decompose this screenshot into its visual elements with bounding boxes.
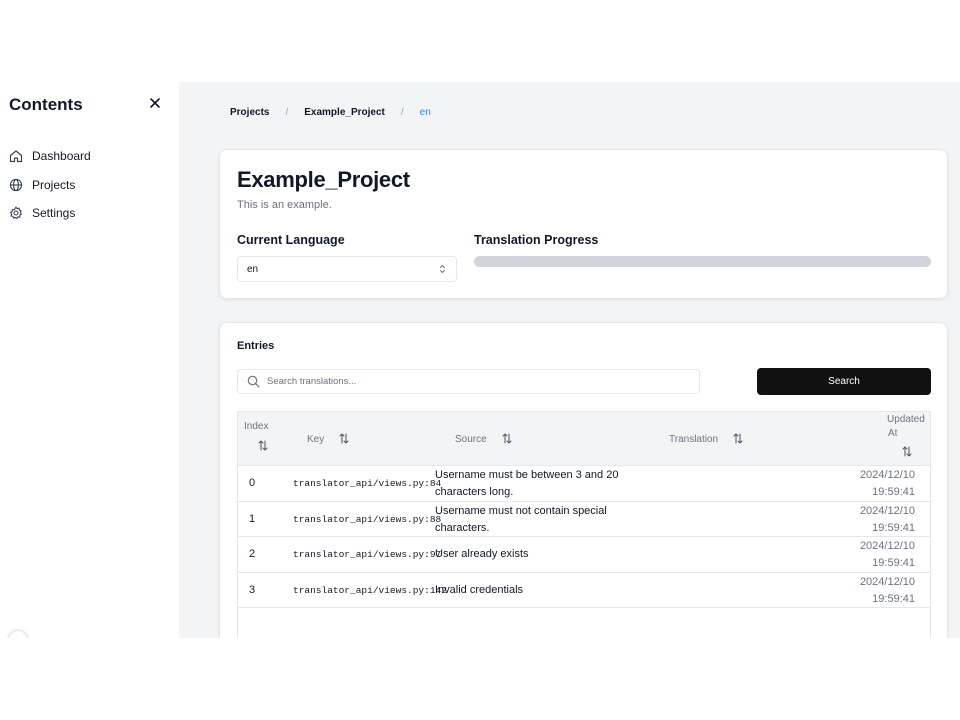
sidebar-title: Contents [9, 95, 83, 114]
cell-source: Username must be between 3 and 20 charac… [435, 469, 619, 498]
table-header: Index Key Source Translation Updated At [238, 412, 930, 466]
cell-key: translator_api/views.py:84 [293, 478, 442, 489]
language-select-value: en [247, 263, 259, 275]
sidebar-item-dashboard[interactable]: Dashboard [9, 142, 91, 171]
table-row[interactable]: 2 translator_api/views.py:97 User alread… [238, 537, 930, 573]
cell-index: 2 [249, 548, 256, 560]
breadcrumb-current: en [419, 107, 431, 118]
main-content: Projects / Example_Project / en Example_… [179, 82, 960, 638]
project-card: Example_Project This is an example. Curr… [219, 149, 948, 299]
cell-source: Invalid credentials [435, 583, 524, 596]
sort-icon[interactable] [733, 433, 743, 444]
sidebar-nav: Dashboard Projects Settings [9, 142, 91, 228]
language-select[interactable]: en [237, 256, 457, 282]
cell-updated-date: 2024/12/10 [859, 469, 915, 481]
gear-icon [9, 206, 23, 220]
cell-updated-date: 2024/12/10 [859, 540, 915, 552]
cell-index: 0 [249, 477, 256, 489]
sidebar-item-label: Dashboard [32, 149, 91, 164]
app-window: Contents Dashboard Projects Settings Pro… [0, 82, 960, 638]
sort-icon[interactable] [502, 433, 512, 444]
breadcrumb: Projects / Example_Project / en [230, 107, 431, 118]
breadcrumb-separator: / [400, 107, 404, 118]
sort-icon[interactable] [339, 433, 349, 444]
breadcrumb-projects[interactable]: Projects [230, 107, 269, 118]
search-icon [247, 375, 260, 388]
project-title: Example_Project [237, 167, 410, 192]
search-button[interactable]: Search [757, 368, 931, 395]
sort-icon[interactable] [902, 446, 912, 457]
sidebar: Contents Dashboard Projects Settings [0, 82, 179, 638]
search-box [237, 369, 700, 394]
globe-icon [9, 178, 23, 191]
cell-updated-date: 2024/12/10 [859, 575, 915, 588]
current-language-label: Current Language [237, 233, 345, 247]
project-description: This is an example. [237, 199, 332, 211]
cell-source: Username must not contain special charac… [435, 504, 607, 534]
table-row[interactable]: 3 translator_api/views.py:142 Invalid cr… [238, 573, 930, 608]
cell-source: User already exists [435, 548, 529, 560]
sidebar-item-settings[interactable]: Settings [9, 199, 91, 228]
table-row[interactable]: 1 translator_api/views.py:88 Username mu… [238, 502, 930, 537]
sort-icon[interactable] [258, 440, 268, 451]
cell-index: 1 [249, 512, 256, 525]
cell-key: translator_api/views.py:97 [293, 549, 442, 560]
theme-toggle-button[interactable] [8, 630, 28, 638]
entries-card: Entries Search Index Key Source Transl [219, 322, 948, 638]
cell-updated-date: 2024/12/10 [859, 504, 915, 517]
cell-updated-time: 19:59:41 [872, 592, 915, 605]
sidebar-item-label: Settings [32, 206, 76, 221]
close-icon[interactable] [148, 96, 162, 110]
cell-key: translator_api/views.py:88 [293, 513, 442, 525]
column-header-updated-at: At [888, 428, 898, 439]
column-header-translation: Translation [669, 434, 719, 445]
breadcrumb-separator: / [285, 107, 289, 118]
sidebar-item-label: Projects [32, 177, 76, 192]
entries-title: Entries [237, 340, 275, 352]
column-header-key: Key [307, 434, 325, 445]
sidebar-item-projects[interactable]: Projects [9, 171, 91, 200]
search-input[interactable] [267, 376, 687, 387]
home-icon [9, 150, 23, 163]
breadcrumb-example-project[interactable]: Example_Project [304, 107, 385, 118]
column-header-index: Index [244, 421, 269, 432]
cell-updated-time: 19:59:41 [872, 521, 915, 534]
table-row[interactable]: 0 translator_api/views.py:84 Username mu… [238, 466, 930, 502]
cell-key: translator_api/views.py:142 [293, 584, 447, 596]
column-header-updated: Updated [887, 414, 925, 425]
entries-table: Index Key Source Translation Updated At … [237, 411, 931, 638]
translation-progress-label: Translation Progress [474, 233, 599, 247]
chevron-up-down-icon [440, 265, 445, 273]
cell-updated-time: 19:59:41 [872, 486, 915, 498]
column-header-source: Source [455, 434, 487, 445]
cell-index: 3 [249, 583, 256, 596]
translation-progress-bar [474, 256, 931, 267]
cell-updated-time: 19:59:41 [872, 557, 915, 569]
